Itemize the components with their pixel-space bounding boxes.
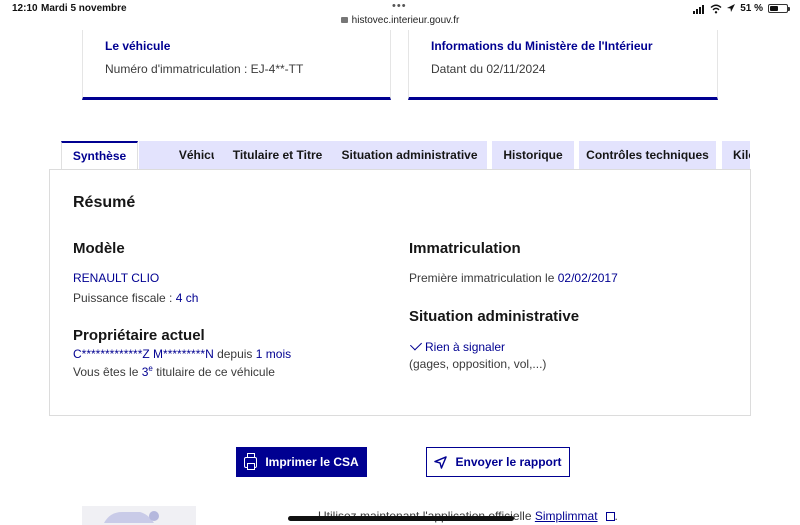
tab-titulaire[interactable]: Titulaire et Titre [214, 141, 341, 170]
external-link-icon [605, 512, 615, 521]
fiscal-power-value: 4 ch [175, 291, 199, 305]
registration-number: Numéro d'immatriculation : EJ-4**-TT [105, 62, 304, 76]
summary-title: Résumé [73, 194, 136, 211]
ministry-card: Informations du Ministère de l'Intérieur… [408, 30, 718, 100]
simplimmat-link[interactable]: Simplimmat [535, 509, 598, 523]
admin-status-text: Rien à signaler [425, 340, 506, 354]
status-bar: 12:10 Mardi 5 novembre ••• histovec.inte… [0, 0, 800, 30]
simplimmat-end: . [614, 509, 618, 523]
first-registration-date: 02/02/2017 [557, 271, 618, 285]
status-time: 12:10 [12, 3, 38, 14]
registration-heading: Immatriculation [409, 240, 521, 257]
admin-status: Rien à signaler [409, 338, 506, 354]
printer-icon [244, 452, 258, 470]
model-name: RENAULT CLIO [73, 271, 160, 285]
url-text: histovec.interieur.gouv.fr [351, 15, 460, 26]
fiscal-power-label: Puissance fiscale : [73, 291, 176, 305]
send-icon [434, 455, 448, 469]
ministry-card-title: Informations du Ministère de l'Intérieur [431, 39, 653, 53]
owner-rank: Vous êtes le 3e titulaire de ce véhicule [73, 364, 275, 379]
status-date: Mardi 5 novembre [41, 3, 127, 14]
battery-level [770, 6, 779, 11]
print-csa-button[interactable]: Imprimer le CSA [236, 447, 367, 477]
lock-icon [340, 17, 348, 23]
print-csa-label: Imprimer le CSA [265, 455, 359, 469]
admin-heading: Situation administrative [409, 308, 580, 325]
owner-line: C*************Z M*********N depuis 1 moi… [73, 347, 291, 361]
app-illustration [82, 506, 196, 525]
first-registration: Première immatriculation le 02/02/2017 [409, 271, 618, 285]
address-bar[interactable]: histovec.interieur.gouv.fr [0, 15, 800, 26]
model-heading: Modèle [73, 240, 125, 257]
check-icon [409, 338, 423, 351]
status-indicators: 51 % [693, 3, 790, 14]
owner-heading: Propriétaire actuel [73, 327, 205, 344]
owner-rank-prefix: Vous êtes le [73, 365, 142, 379]
fiscal-power: Puissance fiscale : 4 ch [73, 291, 198, 305]
vehicle-card: Le véhicule Numéro d'immatriculation : E… [82, 30, 391, 100]
tab-kilometrage[interactable]: Kilo [722, 141, 750, 170]
more-dots-icon[interactable]: ••• [392, 0, 407, 12]
first-registration-label: Première immatriculation le [409, 271, 558, 285]
signal-icon [693, 3, 705, 14]
wifi-icon [710, 4, 722, 13]
ministry-date: Datant du 02/11/2024 [431, 62, 546, 76]
owner-name: C*************Z M*********N [73, 347, 214, 361]
owner-since-label: depuis [213, 347, 256, 361]
admin-details: (gages, opposition, vol,...) [409, 357, 547, 371]
location-icon [727, 4, 736, 12]
tab-situation-administrative[interactable]: Situation administrative [332, 141, 487, 170]
battery-icon [768, 4, 790, 13]
home-indicator[interactable] [288, 516, 514, 521]
tab-controles-techniques[interactable]: Contrôles techniques [579, 141, 716, 170]
send-report-button[interactable]: Envoyer le rapport [426, 447, 570, 477]
tab-historique[interactable]: Historique [492, 141, 574, 170]
battery-percent: 51 % [740, 3, 763, 14]
vehicle-card-title: Le véhicule [105, 39, 171, 53]
owner-rank-suffix: titulaire de ce véhicule [152, 365, 275, 379]
report-tabs: Synthèse Véhicule Titulaire et Titre Sit… [61, 141, 750, 170]
summary-panel: Résumé Modèle RENAULT CLIO Puissance fis… [49, 169, 751, 416]
tab-synthese[interactable]: Synthèse [61, 141, 138, 170]
owner-since-value: 1 mois [255, 347, 292, 361]
send-report-label: Envoyer le rapport [455, 455, 562, 469]
